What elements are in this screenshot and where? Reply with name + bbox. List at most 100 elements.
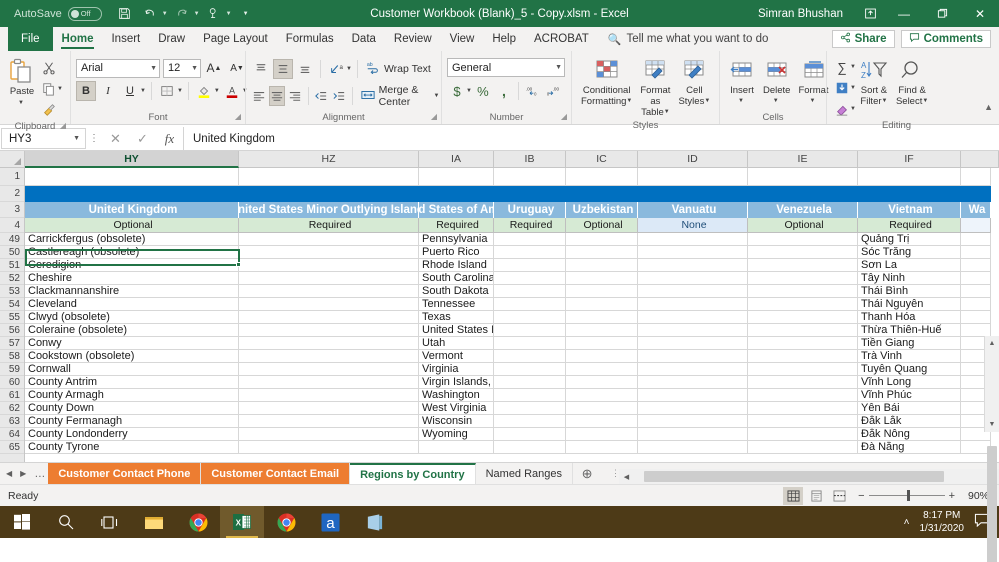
cell-ID50[interactable]	[638, 246, 748, 259]
accounting-format-icon[interactable]: $	[447, 81, 467, 101]
cell-IE60[interactable]	[748, 376, 858, 389]
cell-IC57[interactable]	[566, 337, 638, 350]
font-color-icon[interactable]: A	[222, 81, 242, 101]
cell-IB60[interactable]	[494, 376, 566, 389]
cell-IC54[interactable]	[566, 298, 638, 311]
number-dialog-launcher-icon[interactable]: ◢	[561, 110, 567, 123]
cell-IC3[interactable]: Uzbekistan	[566, 202, 638, 218]
cell-HZ62[interactable]	[239, 402, 419, 415]
cell-IF64[interactable]: Đắk Nông	[858, 428, 961, 441]
column-header-ID[interactable]: ID	[638, 151, 748, 168]
cell-IG50[interactable]	[961, 246, 991, 259]
cell-IB50[interactable]	[494, 246, 566, 259]
cell-HZ55[interactable]	[239, 311, 419, 324]
tab-home[interactable]: Home	[53, 27, 103, 51]
clear-icon[interactable]	[832, 99, 852, 119]
cell-IA55[interactable]: Texas	[419, 311, 494, 324]
cell-ID56[interactable]	[638, 324, 748, 337]
cell-HZ65[interactable]	[239, 441, 419, 454]
cell-HY3[interactable]: United Kingdom	[25, 202, 239, 218]
sheet-tab-named-ranges[interactable]: Named Ranges	[476, 463, 574, 484]
cell-HY57[interactable]: Conwy	[25, 337, 239, 350]
cell-IE65[interactable]	[748, 441, 858, 454]
row-header-55[interactable]: 55	[0, 311, 24, 324]
cell-IB53[interactable]	[494, 285, 566, 298]
merge-center-button[interactable]: Merge & Center ▼	[358, 82, 443, 110]
add-sheet-button[interactable]: ⊕	[573, 463, 601, 484]
cell-HY53[interactable]: Clackmannanshire	[25, 285, 239, 298]
cell-IF55[interactable]: Thanh Hóa	[858, 311, 961, 324]
cell-IF62[interactable]: Yên Bái	[858, 402, 961, 415]
cell-IC53[interactable]	[566, 285, 638, 298]
taskbar-clock[interactable]: 8:17 PM 1/31/2020	[920, 509, 965, 535]
tab-data[interactable]: Data	[343, 27, 385, 51]
cell-HZ49[interactable]	[239, 233, 419, 246]
cell-IG3[interactable]: Wa	[961, 202, 991, 218]
cell-IB55[interactable]	[494, 311, 566, 324]
cell-ID51[interactable]	[638, 259, 748, 272]
cell-ID2[interactable]	[638, 186, 748, 202]
cell-IA58[interactable]: Vermont	[419, 350, 494, 363]
cell-IF59[interactable]: Tuyên Quang	[858, 363, 961, 376]
row-header-49[interactable]: 49	[0, 233, 24, 246]
cell-HY50[interactable]: Castlereagh (obsolete)	[25, 246, 239, 259]
cell-IA1[interactable]	[419, 168, 494, 186]
task-view-button[interactable]	[88, 506, 132, 538]
cell-ID52[interactable]	[638, 272, 748, 285]
autosum-icon[interactable]: ∑	[832, 57, 852, 77]
undo-icon[interactable]	[139, 3, 161, 24]
file-explorer-button[interactable]	[132, 506, 176, 538]
cell-ID3[interactable]: Vanuatu	[638, 202, 748, 218]
cell-IC50[interactable]	[566, 246, 638, 259]
cell-IG53[interactable]	[961, 285, 991, 298]
cell-IE63[interactable]	[748, 415, 858, 428]
autosave-control[interactable]: AutoSave Off	[14, 6, 102, 21]
onenote-button[interactable]	[352, 506, 396, 538]
fill-color-icon[interactable]	[194, 81, 214, 101]
fill-icon[interactable]	[832, 78, 852, 98]
number-format-combo[interactable]: General ▼	[447, 58, 565, 77]
cell-HZ57[interactable]	[239, 337, 419, 350]
align-bottom-icon[interactable]	[295, 59, 315, 79]
tab-file[interactable]: File	[8, 27, 53, 51]
column-header-HZ[interactable]: HZ	[239, 151, 419, 168]
copy-dropdown-icon[interactable]: ▼	[57, 86, 63, 92]
cell-IC56[interactable]	[566, 324, 638, 337]
row-header-52[interactable]: 52	[0, 272, 24, 285]
row-header-65[interactable]: 65	[0, 441, 24, 454]
cell-styles-button[interactable]: Cell Styles ▼	[674, 56, 714, 108]
cell-HZ58[interactable]	[239, 350, 419, 363]
font-dialog-launcher-icon[interactable]: ◢	[235, 110, 241, 123]
tab-acrobat[interactable]: ACROBAT	[525, 27, 598, 51]
cell-HY64[interactable]: County Londonderry	[25, 428, 239, 441]
conditional-formatting-dropdown-icon[interactable]: ▼	[626, 96, 632, 107]
cell-ID55[interactable]	[638, 311, 748, 324]
cell-HZ4[interactable]: Required	[239, 218, 419, 233]
excel-button[interactable]: X	[220, 506, 264, 538]
comments-button[interactable]: Comments	[900, 30, 991, 48]
find-select-button[interactable]: Find & Select ▼	[892, 56, 932, 108]
row-header-53[interactable]: 53	[0, 285, 24, 298]
cell-IB3[interactable]: Uruguay	[494, 202, 566, 218]
font-name-combo[interactable]: Arial ▼	[76, 58, 160, 78]
cell-ID59[interactable]	[638, 363, 748, 376]
cell-IE56[interactable]	[748, 324, 858, 337]
cell-IF3[interactable]: Vietnam	[858, 202, 961, 218]
cell-HZ1[interactable]	[239, 168, 419, 186]
zoom-out-button[interactable]: −	[858, 490, 864, 502]
cell-HZ63[interactable]	[239, 415, 419, 428]
cell-IF4[interactable]: Required	[858, 218, 961, 233]
underline-dropdown-icon[interactable]: ▼	[140, 88, 146, 94]
cell-IE3[interactable]: Venezuela	[748, 202, 858, 218]
cell-HZ61[interactable]	[239, 389, 419, 402]
redo-icon[interactable]	[171, 3, 193, 24]
cell-HZ52[interactable]	[239, 272, 419, 285]
cell-IA57[interactable]: Utah	[419, 337, 494, 350]
cell-HY63[interactable]: County Fermanagh	[25, 415, 239, 428]
row-header-62[interactable]: 62	[0, 402, 24, 415]
cell-HY52[interactable]: Cheshire	[25, 272, 239, 285]
cell-HZ2[interactable]	[239, 186, 419, 202]
insert-cells-dropdown-icon[interactable]: ▼	[738, 96, 744, 107]
show-hidden-icons-button[interactable]: ˄	[904, 517, 910, 528]
cell-HZ64[interactable]	[239, 428, 419, 441]
